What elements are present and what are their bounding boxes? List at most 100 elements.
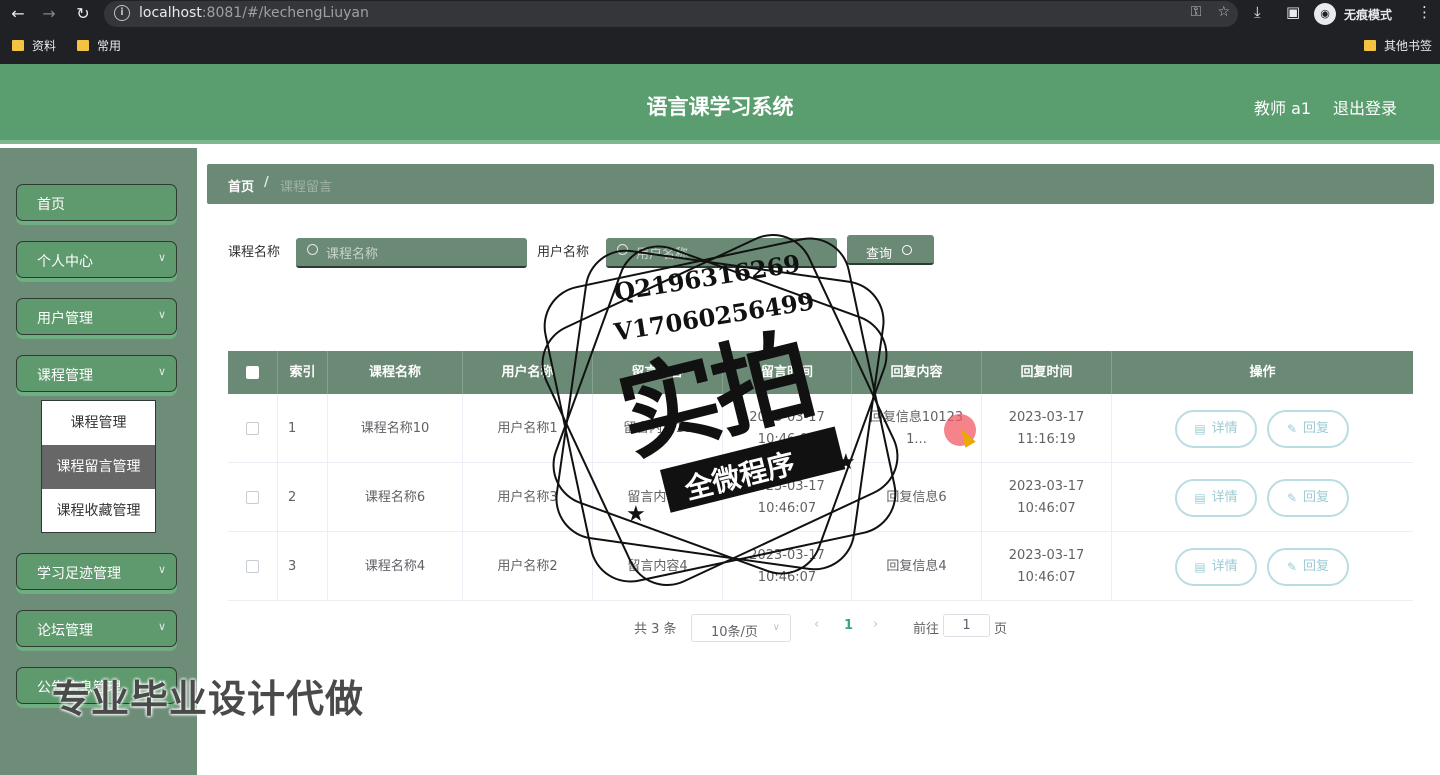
logout-link[interactable]: 退出登录 (1333, 95, 1397, 119)
goto-unit-label: 页 (994, 622, 1008, 637)
folder-icon (77, 40, 89, 51)
select-all-cell (228, 351, 278, 394)
breadcrumb-home[interactable]: 首页 (228, 176, 254, 195)
incognito-label: 无痕模式 (1344, 7, 1393, 22)
cell-course-name: 课程名称10 (328, 394, 463, 463)
folder-icon (1364, 40, 1376, 51)
pagination-total: 共 3 条 (634, 622, 677, 637)
chevron-down-icon: ∨ (772, 622, 780, 633)
reply-button[interactable]: ✎ 回复 (1267, 548, 1349, 586)
document-icon: ▤ (1194, 560, 1206, 574)
sidebar-item-label: 首页 (37, 197, 65, 213)
goto-page-input[interactable]: 1 (943, 614, 990, 637)
sidebar-item-label: 用户管理 (37, 311, 93, 327)
reply-button-label: 回复 (1303, 490, 1330, 505)
url-host: localhost (139, 5, 202, 21)
sidebar-item-footprints[interactable]: 学习足迹管理 ∨ (16, 553, 177, 590)
chevron-down-icon: ∨ (157, 365, 166, 378)
reply-button-label: 回复 (1303, 421, 1330, 436)
bookmark-folder[interactable]: 常用 (77, 37, 121, 54)
breadcrumb: 首页 / 课程留言 (207, 164, 1434, 204)
chevron-down-icon: ∨ (157, 308, 166, 321)
cell-reply-time: 2023-03-17 10:46:07 (982, 532, 1112, 601)
submenu-item-course-messages[interactable]: 课程留言管理 (42, 445, 155, 489)
document-icon: ▤ (1194, 491, 1206, 505)
next-page-icon[interactable]: › (873, 617, 878, 632)
star-icon: ★ (836, 450, 856, 475)
bookmark-folder[interactable]: 资料 (12, 37, 56, 54)
forward-arrow-icon[interactable]: → (38, 3, 60, 25)
bookmark-label: 资料 (32, 39, 57, 53)
edit-icon: ✎ (1286, 560, 1298, 574)
side-panel-icon[interactable]: ▣ (1286, 3, 1300, 21)
goto-label: 前往 (913, 622, 940, 637)
row-checkbox[interactable] (246, 491, 259, 504)
courses-submenu: 课程管理 课程留言管理 课程收藏管理 (41, 400, 156, 533)
incognito-icon: ◉ (1314, 3, 1336, 25)
submenu-item-courses[interactable]: 课程管理 (42, 401, 155, 445)
cell-index: 1 (278, 394, 328, 463)
bookmark-label: 常用 (97, 39, 122, 53)
sidebar-item-label: 学习足迹管理 (37, 566, 121, 582)
prev-page-icon[interactable]: ‹ (814, 617, 819, 632)
row-checkbox[interactable] (246, 422, 259, 435)
select-all-checkbox[interactable] (246, 366, 259, 379)
chevron-down-icon: ∨ (157, 563, 166, 576)
header-course-name: 课程名称 (328, 351, 463, 394)
info-icon[interactable]: i (114, 5, 130, 21)
sidebar-item-courses[interactable]: 课程管理 ∨ (16, 355, 177, 392)
reply-button[interactable]: ✎ 回复 (1267, 479, 1349, 517)
sidebar-item-profile[interactable]: 个人中心 ∨ (16, 241, 177, 278)
chevron-down-icon: ∨ (157, 251, 166, 264)
course-name-label: 课程名称 (228, 245, 281, 260)
row-checkbox[interactable] (246, 560, 259, 573)
sidebar-item-home[interactable]: 首页 (16, 184, 177, 221)
menu-dots-icon[interactable]: ⋮ (1417, 3, 1432, 21)
detail-button[interactable]: ▤ 详情 (1175, 410, 1257, 448)
address-bar[interactable]: i localhost:8081/#/kechengLiuyan ⚿ ☆ (104, 1, 1238, 27)
cell-index: 3 (278, 532, 328, 601)
breadcrumb-current: 课程留言 (280, 180, 333, 195)
cell-reply-time: 2023-03-17 10:46:07 (982, 463, 1112, 532)
url-text: localhost:8081/#/kechengLiuyan (139, 5, 369, 21)
sidebar-item-label: 论坛管理 (37, 623, 93, 639)
back-arrow-icon[interactable]: ← (7, 3, 29, 25)
cell-actions: ▤ 详情 ✎ 回复 (1112, 394, 1413, 463)
page-number-current[interactable]: 1 (844, 618, 853, 633)
browser-toolbar: ← → ↻ i localhost:8081/#/kechengLiuyan ⚿… (0, 0, 1440, 28)
download-icon[interactable]: ⤓ (1254, 3, 1261, 21)
detail-button-label: 详情 (1211, 421, 1238, 436)
omnibox-actions: ⚿ ☆ (1175, 4, 1230, 20)
reload-icon[interactable]: ↻ (72, 3, 94, 25)
app-title: 语言课学习系统 (646, 95, 794, 119)
detail-button[interactable]: ▤ 详情 (1175, 548, 1257, 586)
sidebar-item-users[interactable]: 用户管理 ∨ (16, 298, 177, 335)
page-size-value: 10条/页 (711, 625, 758, 640)
reply-button[interactable]: ✎ 回复 (1267, 410, 1349, 448)
cell-actions: ▤ 详情 ✎ 回复 (1112, 463, 1413, 532)
cell-actions: ▤ 详情 ✎ 回复 (1112, 532, 1413, 601)
row-select-cell (228, 394, 278, 463)
watermark-overlay-text: 专业毕业设计代做 (52, 677, 365, 721)
detail-button[interactable]: ▤ 详情 (1175, 479, 1257, 517)
page-size-select[interactable]: 10条/页 ∨ (691, 614, 791, 642)
header-reply-time: 回复时间 (982, 351, 1112, 394)
key-icon[interactable]: ⚿ (1191, 4, 1202, 20)
breadcrumb-separator: / (264, 175, 269, 190)
bookmark-folder[interactable]: 其他书签 (1364, 37, 1432, 54)
cell-index: 2 (278, 463, 328, 532)
course-name-placeholder: 课程名称 (326, 247, 379, 262)
reply-button-label: 回复 (1303, 559, 1330, 574)
header-actions: 操作 (1249, 365, 1276, 380)
sidebar-item-forum[interactable]: 论坛管理 ∨ (16, 610, 177, 647)
sidebar-item-label: 个人中心 (37, 254, 93, 270)
chevron-down-icon: ∨ (157, 620, 166, 633)
course-name-input[interactable]: 课程名称 (296, 238, 527, 268)
incognito-indicator[interactable]: ◉ 无痕模式 (1314, 2, 1392, 26)
current-user: 教师 a1 (1254, 99, 1312, 118)
star-icon[interactable]: ☆ (1217, 4, 1230, 20)
edit-icon: ✎ (1286, 422, 1298, 436)
submenu-item-course-favorites[interactable]: 课程收藏管理 (42, 489, 155, 533)
cell-course-name: 课程名称4 (328, 532, 463, 601)
detail-button-label: 详情 (1211, 559, 1238, 574)
